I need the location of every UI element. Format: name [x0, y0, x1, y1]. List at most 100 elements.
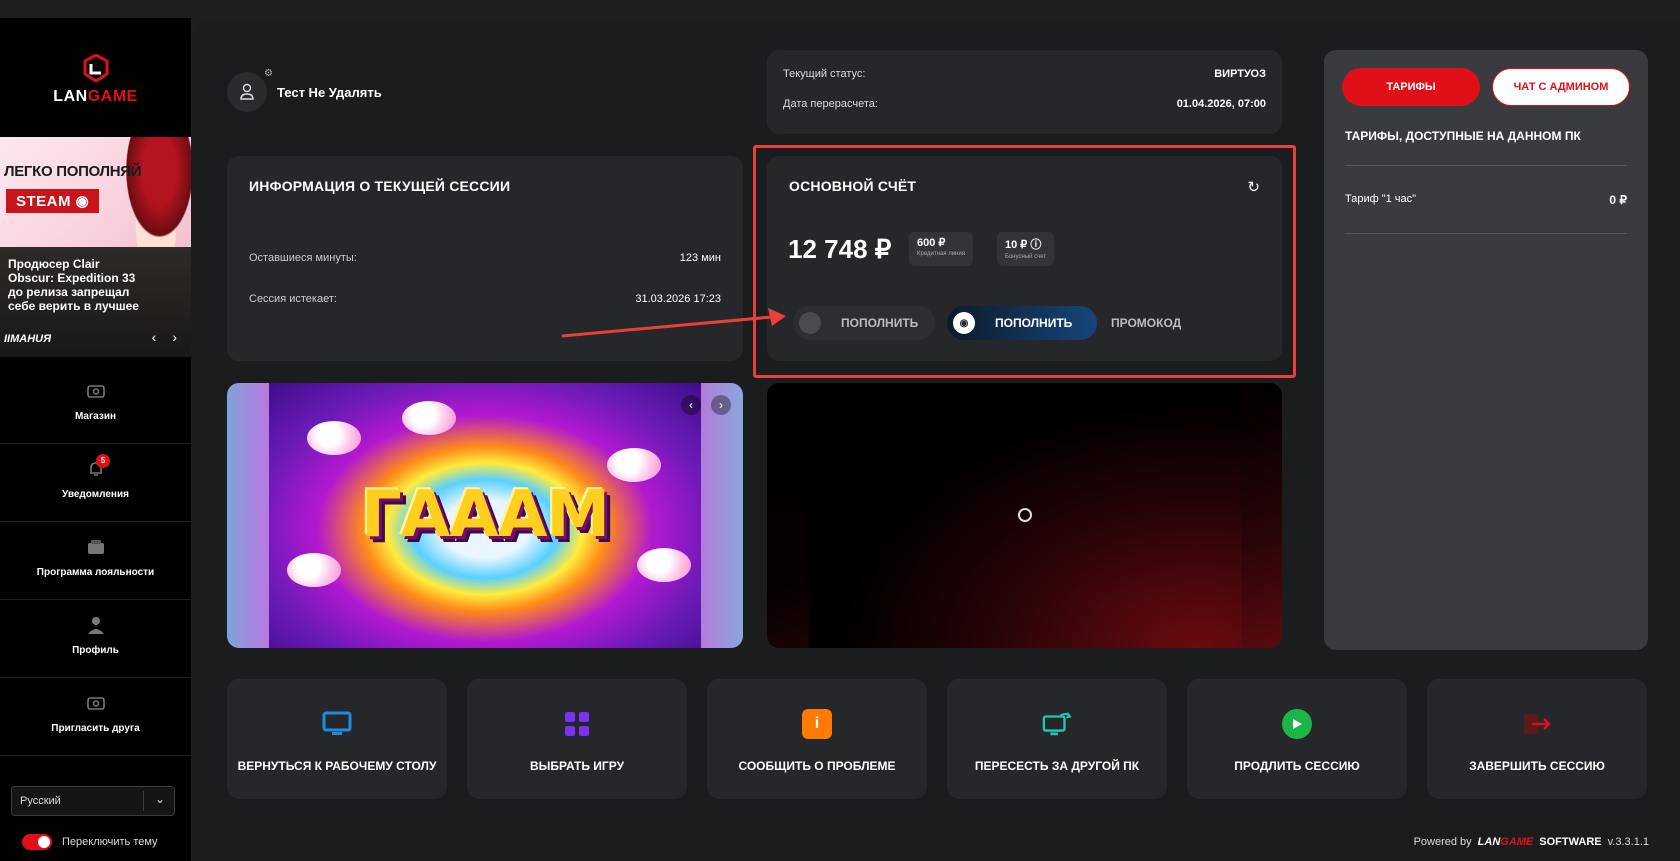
play-icon [1282, 709, 1312, 739]
theme-toggle[interactable] [22, 834, 52, 850]
sidebar-item-notifications[interactable]: 5 Уведомления [0, 444, 191, 522]
langame-logo-icon [83, 54, 108, 82]
theme-toggle-row: Переключить тему [22, 834, 158, 850]
sidebar-item-label: Программа лояльности [36, 567, 155, 578]
user-name: Тест Не Удалять [277, 84, 382, 100]
tariffs-title: ТАРИФЫ, ДОСТУПНЫЕ НА ДАННОМ ПК [1345, 129, 1581, 143]
status-label: Текущий статус: [783, 68, 866, 80]
refresh-icon[interactable]: ↻ [1247, 178, 1260, 196]
sidebar-item-label: Профиль [72, 645, 119, 656]
minutes-label: Оставшиеся минуты: [249, 252, 357, 264]
banner-title: ГАААМ [360, 478, 610, 552]
credit-amount: 600 ₽ [917, 237, 946, 249]
account-title: ОСНОВНОЙ СЧЁТ [789, 178, 917, 194]
footer-logo: LANGAME [1477, 836, 1534, 848]
powered-by-text: Powered by [1413, 836, 1472, 848]
cloud-shape [287, 553, 341, 587]
action-label: ПЕРЕСЕСТЬ ЗА ДРУГОЙ ПК [974, 759, 1140, 773]
promo-steam-banner[interactable]: ЛЕГКО ПОПОЛНЯЙ STEAM ◉ [0, 137, 191, 247]
end-session-button[interactable]: ЗАВЕРШИТЬ СЕССИЮ [1427, 679, 1647, 799]
recalc-value: 01.04.2026, 07:00 [1176, 98, 1266, 110]
user-outline-icon [240, 83, 254, 100]
return-desktop-button[interactable]: ВЕРНУТЬСЯ К РАБОЧЕМУ СТОЛУ [227, 679, 447, 799]
divider [1345, 233, 1627, 234]
language-value: Русский [20, 795, 61, 807]
loading-spinner-icon [1018, 508, 1032, 522]
expires-label: Сессия истекает: [249, 293, 337, 305]
sidebar-item-shop[interactable]: Магазин [0, 366, 191, 444]
credit-line-chip: 600 ₽ Кредитная линия [909, 232, 973, 266]
topup-button[interactable]: ПОПОЛНИТЬ [793, 306, 935, 340]
wallet-icon [799, 312, 821, 334]
info-icon: i [802, 709, 832, 739]
anime-character-image [121, 137, 191, 247]
sidebar-item-label: Уведомления [62, 489, 129, 500]
notifications-badge: 5 [96, 454, 110, 468]
divider [1345, 165, 1627, 166]
bonus-label: Бонусный счет [1005, 254, 1047, 260]
tariff-price: 0 ₽ [1609, 193, 1627, 207]
language-select[interactable]: Русский ⌄ [11, 786, 175, 816]
choose-game-button[interactable]: ВЫБРАТЬ ИГРУ [467, 679, 687, 799]
promo-prev-arrow-icon[interactable]: ‹ [152, 329, 157, 345]
promocode-link[interactable]: ПРОМОКОД [1111, 316, 1181, 330]
cloud-shape [637, 548, 691, 582]
langame-logo[interactable]: LANGAME [0, 54, 191, 114]
sidebar-item-invite[interactable]: Пригласить друга [0, 678, 191, 756]
tariffs-button[interactable]: ТАРИФЫ [1342, 68, 1480, 106]
minutes-value: 123 мин [679, 252, 721, 264]
red-arrow-annotation [561, 308, 786, 338]
tariffs-panel: ТАРИФЫ ЧАТ С АДМИНОМ ТАРИФЫ, ДОСТУПНЫЕ Н… [1324, 50, 1648, 650]
action-label: ПРОДЛИТЬ СЕССИЮ [1234, 759, 1360, 773]
gear-icon[interactable]: ⚙ [264, 68, 273, 79]
footer: Powered by LANGAME SOFTWARE v.3.3.1.1 [1414, 836, 1649, 848]
user-info[interactable]: ⚙ Тест Не Удалять [227, 68, 382, 112]
tariff-name: Тариф "1 час" [1345, 193, 1417, 205]
logo-lan: LAN [53, 88, 88, 105]
steam-topup-button[interactable]: ◉ ПОПОЛНИТЬ [947, 306, 1097, 340]
grid-icon [562, 709, 592, 739]
steam-icon: ◉ [953, 312, 975, 334]
report-problem-button[interactable]: i СООБЩИТЬ О ПРОБЛЕМЕ [707, 679, 927, 799]
shop-icon [86, 385, 105, 398]
quick-actions: ВЕРНУТЬСЯ К РАБОЧЕМУ СТОЛУ ВЫБРАТЬ ИГРУ … [227, 679, 1647, 799]
sidebar-nav: Магазин 5 Уведомления Программа лояльнос… [0, 366, 191, 756]
recalc-label: Дата перерасчета: [783, 98, 878, 110]
promo-banner-carousel[interactable]: ГАААМ ‹ › [227, 383, 743, 648]
banner-prev-arrow-icon[interactable]: ‹ [681, 395, 701, 415]
session-title: ИНФОРМАЦИЯ О ТЕКУЩЕЙ СЕССИИ [249, 178, 511, 194]
action-label: ВЕРНУТЬСЯ К РАБОЧЕМУ СТОЛУ [237, 759, 437, 773]
credit-label: Кредитная линия [917, 251, 965, 257]
video-panel[interactable] [767, 383, 1282, 648]
topup-label: ПОПОЛНИТЬ [841, 316, 919, 330]
user-icon [87, 617, 104, 634]
chat-admin-button[interactable]: ЧАТ С АДМИНОМ [1492, 68, 1630, 106]
bonus-amount: 10 ₽ ⓘ [1005, 239, 1042, 251]
promo-news-banner[interactable]: Продюсер Clair Obscur: Expedition 33 до … [0, 247, 191, 357]
promo-carousel[interactable]: ЛЕГКО ПОПОЛНЯЙ STEAM ◉ Продюсер Clair Ob… [0, 137, 191, 357]
status-card: Текущий статус: ВИРТУОЗ Дата перерасчета… [767, 50, 1282, 134]
wallet-icon [87, 540, 104, 554]
status-value: ВИРТУОЗ [1214, 68, 1266, 80]
sidebar-item-loyalty[interactable]: Программа лояльности [0, 522, 191, 600]
promo-headline: ЛЕГКО ПОПОЛНЯЙ [4, 163, 142, 180]
account-balance: 12 748 ₽ [788, 234, 892, 264]
steam-topup-label: ПОПОЛНИТЬ [995, 316, 1073, 330]
avatar[interactable]: ⚙ [227, 68, 273, 112]
logo-game: GAME [87, 88, 138, 105]
switch-pc-icon [1042, 709, 1072, 739]
sidebar-item-profile[interactable]: Профиль [0, 600, 191, 678]
switch-pc-button[interactable]: ПЕРЕСЕСТЬ ЗА ДРУГОЙ ПК [947, 679, 1167, 799]
info-icon[interactable]: ⓘ [1030, 239, 1041, 251]
tariff-row[interactable]: Тариф "1 час" 0 ₽ [1345, 193, 1627, 207]
extend-session-button[interactable]: ПРОДЛИТЬ СЕССИЮ [1187, 679, 1407, 799]
action-label: ВЫБРАТЬ ИГРУ [529, 759, 625, 773]
select-divider [143, 791, 144, 811]
monitor-icon [322, 709, 352, 739]
promo-next-arrow-icon[interactable]: › [172, 329, 177, 345]
banner-next-arrow-icon[interactable]: › [711, 395, 731, 415]
action-label: СООБЩИТЬ О ПРОБЛЕМЕ [738, 759, 896, 773]
footer-software: SOFTWARE [1539, 836, 1602, 848]
sidebar-item-label: Магазин [74, 411, 117, 422]
cloud-shape [402, 401, 456, 435]
